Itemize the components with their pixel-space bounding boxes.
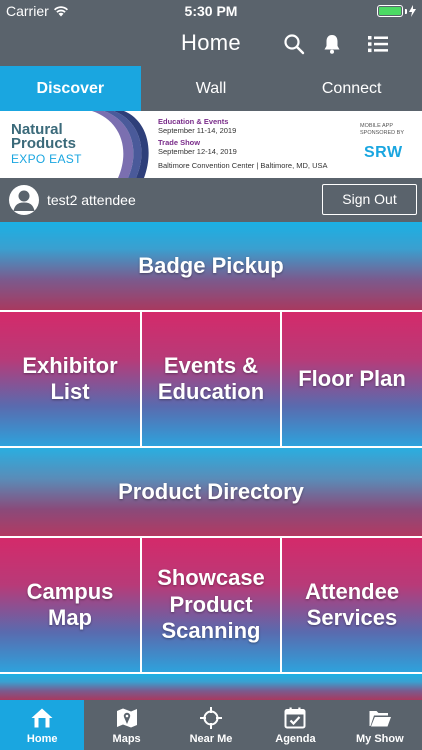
- user-name: test2 attendee: [47, 192, 136, 208]
- battery-icon: [377, 5, 416, 17]
- calendar-icon: [284, 707, 306, 729]
- product-directory-label: Product Directory: [118, 478, 304, 504]
- sponsor-logo: SRW: [364, 144, 403, 161]
- tab-wall[interactable]: Wall: [141, 66, 282, 111]
- badge-pickup-label: Badge Pickup: [138, 252, 284, 278]
- campus-map-tile[interactable]: Campus Map: [0, 538, 140, 672]
- floor-plan-tile[interactable]: Floor Plan: [282, 312, 422, 446]
- exhibitor-list-label: Exhibitor List: [22, 352, 118, 404]
- bottom-tab-bar: Home Maps Near Me Agenda My Show: [0, 700, 422, 750]
- attendee-services-tile[interactable]: Attendee Services: [282, 538, 422, 672]
- tab-discover[interactable]: Discover: [0, 66, 141, 111]
- event-banner[interactable]: Natural Products EXPO EAST Education & E…: [0, 111, 422, 178]
- divider: [140, 538, 142, 672]
- crosshair-icon: [200, 707, 223, 729]
- search-icon[interactable]: [282, 32, 306, 56]
- expo-logo-subtitle: EXPO EAST: [11, 152, 82, 166]
- edu-title: Education & Events: [158, 117, 229, 126]
- events-education-tile[interactable]: Events & Education: [142, 312, 280, 446]
- segment-tabs: Discover Wall Connect: [0, 66, 422, 111]
- events-education-label: Events & Education: [157, 352, 265, 404]
- showcase-scanning-tile[interactable]: Showcase Product Scanning: [142, 538, 280, 672]
- trade-title: Trade Show: [158, 138, 201, 147]
- tab-connect[interactable]: Connect: [281, 66, 422, 111]
- divider: [140, 312, 142, 446]
- charging-bolt-icon: [409, 5, 416, 17]
- sponsor-caption: MOBILE APP SPONSORED BY: [360, 123, 405, 136]
- next-tile-partial[interactable]: [0, 674, 422, 700]
- expo-logo: Natural Products: [11, 121, 77, 152]
- page-title: Home: [181, 30, 241, 55]
- user-bar: test2 attendee Sign Out: [0, 178, 422, 222]
- product-directory-tile[interactable]: Product Directory: [0, 448, 422, 536]
- avatar[interactable]: [9, 185, 39, 215]
- tabbar-near-me[interactable]: Near Me: [169, 700, 253, 750]
- home-icon: [31, 708, 53, 728]
- sign-out-button[interactable]: Sign Out: [322, 184, 417, 215]
- folder-icon: [369, 711, 391, 727]
- exhibitor-list-tile[interactable]: Exhibitor List: [0, 312, 140, 446]
- campus-map-label: Campus Map: [26, 578, 114, 630]
- tabbar-maps[interactable]: Maps: [84, 700, 168, 750]
- tabbar-home[interactable]: Home: [0, 700, 85, 750]
- tabbar-my-show[interactable]: My Show: [338, 700, 422, 750]
- venue: Baltimore Convention Center | Baltimore,…: [158, 161, 328, 170]
- showcase-scanning-label: Showcase Product Scanning: [157, 565, 265, 644]
- map-icon: [116, 708, 137, 728]
- top-bar: Carrier 5:30 PM Home: [0, 0, 422, 66]
- badge-pickup-tile[interactable]: Badge Pickup: [0, 222, 422, 310]
- edu-dates: September 11-14, 2019: [158, 126, 237, 135]
- bell-icon[interactable]: [320, 32, 344, 56]
- floor-plan-label: Floor Plan: [298, 365, 406, 391]
- user-icon: [13, 190, 35, 211]
- divider: [280, 538, 282, 672]
- list-menu-icon[interactable]: [366, 32, 390, 56]
- trade-dates: September 12-14, 2019: [158, 147, 237, 156]
- attendee-services-label: Attendee Services: [304, 578, 400, 630]
- banner-stripes-graphic: [92, 111, 149, 178]
- divider: [280, 312, 282, 446]
- status-time: 5:30 PM: [184, 3, 238, 19]
- status-bar: Carrier 5:30 PM: [0, 0, 422, 22]
- tabbar-agenda[interactable]: Agenda: [253, 700, 337, 750]
